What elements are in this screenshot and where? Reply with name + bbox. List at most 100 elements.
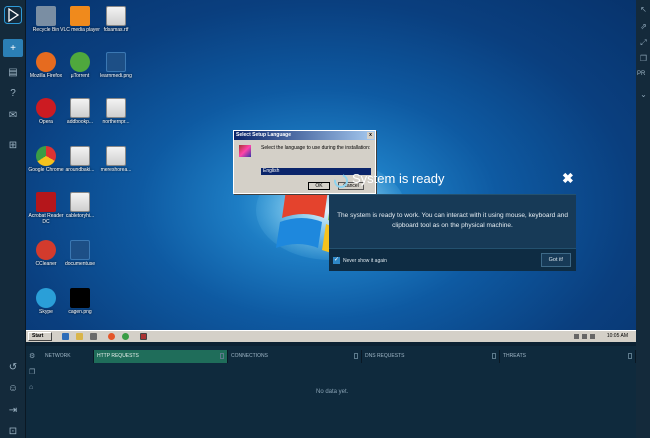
never-show-checkbox[interactable]: ✓	[333, 257, 340, 264]
start-button[interactable]: Start	[28, 332, 52, 341]
tab-label: DNS REQUESTS	[365, 353, 405, 359]
system-ready-title: System is ready	[352, 171, 445, 186]
desktop-icon-file[interactable]: addbookp...	[60, 98, 100, 125]
desktop-icon-label: aroundbaki...	[65, 167, 95, 173]
sidebar-windows-button[interactable]: ⊞	[3, 136, 23, 154]
tab-label: THREATS	[503, 353, 526, 359]
desktop-icon-file[interactable]: documentuse	[60, 240, 100, 267]
sidebar-logout-button[interactable]: ⇥	[3, 401, 23, 419]
desktop-icon-file[interactable]: learnmedi.png	[96, 52, 136, 79]
cart-icon: ⊡	[8, 425, 18, 437]
word-document-icon	[70, 146, 90, 166]
copy-icon[interactable]: ❐	[639, 54, 648, 63]
taskbar-firefox-icon[interactable]	[108, 333, 115, 340]
home-icon[interactable]: ⌂	[29, 384, 38, 393]
word-document-icon	[106, 98, 126, 118]
tab-http-requests[interactable]: HTTP REQUESTS	[94, 350, 228, 363]
desktop-icon-label: cabletoryhi...	[65, 213, 95, 219]
utorrent-icon	[70, 52, 90, 72]
vlc-icon	[70, 6, 90, 26]
panel-tabs: NETWORK HTTP REQUESTS CONNECTIONS DNS RE…	[26, 350, 636, 363]
desktop-icon-label: µTorrent	[70, 73, 90, 79]
right-bar-label: PR	[637, 71, 646, 77]
taskbar-setup-icon[interactable]	[140, 333, 147, 340]
taskbar-media-icon[interactable]	[90, 333, 97, 340]
opera-icon	[36, 98, 56, 118]
mail-icon: ✉	[8, 109, 18, 121]
desktop-icon-vlc[interactable]: VLC media player	[60, 6, 100, 33]
desktop-icon-label: fdsamas.rtf	[103, 27, 129, 33]
desktop-icon-file[interactable]: fdsamas.rtf	[96, 6, 136, 33]
sidebar-reports-button[interactable]: ▤	[3, 63, 23, 81]
tab-network[interactable]: NETWORK	[42, 350, 94, 363]
external-link-icon[interactable]: ⇗	[639, 22, 648, 31]
desktop-icon-utorrent[interactable]: µTorrent	[60, 52, 100, 79]
taskbar-folder-icon[interactable]	[76, 333, 83, 340]
tray-icon[interactable]	[590, 334, 595, 339]
desktop-icon-label: cagen.png	[68, 309, 92, 315]
sidebar-cart-button[interactable]: ⊡	[3, 422, 23, 438]
firefox-icon	[36, 52, 56, 72]
dialog-title-bar[interactable]: Select Setup Language x	[234, 131, 375, 140]
tab-label: HTTP REQUESTS	[97, 353, 139, 359]
windows-icon: ⊞	[8, 139, 18, 151]
acrobat-icon	[36, 192, 56, 212]
tab-expand-icon	[492, 353, 496, 359]
logout-icon: ⇥	[8, 404, 18, 416]
tab-expand-icon	[220, 353, 224, 359]
chevron-down-icon[interactable]: ⌄	[639, 90, 648, 99]
system-ready-body: The system is ready to work. You can int…	[329, 194, 576, 248]
tab-dns-requests[interactable]: DNS REQUESTS	[362, 350, 500, 363]
desktop-icon-label: northernpr...	[102, 119, 130, 125]
fullscreen-icon[interactable]: ⤢	[639, 38, 648, 47]
image-file-icon	[70, 288, 90, 308]
sidebar-history-button[interactable]: ↺	[3, 358, 23, 376]
word-document-icon	[70, 98, 90, 118]
left-sidebar: + ▤ ? ✉ ⊞ ↺ ☺ ⇥ ⊡	[0, 0, 26, 438]
desktop-icon-file[interactable]: cabletoryhi...	[60, 192, 100, 219]
activity-panel: ⚙ ❐ ⌂ NETWORK HTTP REQUESTS CONNECTIONS …	[26, 346, 636, 438]
desktop-icon-file[interactable]: mereshorea...	[96, 146, 136, 173]
taskbar-ie-icon[interactable]	[62, 333, 69, 340]
tray-icon[interactable]	[582, 334, 587, 339]
desktop-icon-file[interactable]: aroundbaki...	[60, 146, 100, 173]
word-document-icon	[70, 192, 90, 212]
sidebar-new-task-button[interactable]: +	[3, 39, 23, 57]
document-icon: ▤	[8, 66, 18, 78]
tab-label: NETWORK	[45, 353, 71, 359]
desktop-icon-label: documentuse	[64, 261, 96, 267]
sidebar-mail-button[interactable]: ✉	[3, 106, 23, 124]
tab-expand-icon	[354, 353, 358, 359]
plus-icon: +	[10, 42, 16, 54]
sidebar-help-button[interactable]: ?	[3, 84, 23, 102]
system-ready-footer: ✓ Never show it again Got it!	[329, 248, 576, 271]
desktop-icon-file[interactable]: northernpr...	[96, 98, 136, 125]
got-it-button[interactable]: Got it!	[541, 253, 571, 267]
ok-button[interactable]: OK	[308, 182, 330, 190]
start-label: Start	[32, 333, 44, 339]
history-icon: ↺	[8, 361, 18, 373]
system-ready-message: The system is ready to work. You can int…	[337, 212, 568, 229]
tab-threats[interactable]: THREATS	[500, 350, 636, 363]
setup-icon	[239, 145, 251, 157]
desktop-icon-image[interactable]: cagen.png	[60, 288, 100, 315]
never-show-label: Never show it again	[343, 258, 387, 264]
tab-label: CONNECTIONS	[231, 353, 268, 359]
copy-icon[interactable]: ❐	[29, 368, 38, 377]
tab-connections[interactable]: CONNECTIONS	[228, 350, 362, 363]
empty-state-text: No data yet.	[316, 389, 349, 395]
cursor-icon[interactable]: ↖	[639, 5, 648, 14]
dialog-close-button[interactable]: x	[367, 132, 374, 139]
tray-icon[interactable]	[574, 334, 579, 339]
desktop-icon-label: addbookp...	[66, 119, 94, 125]
app-logo-icon[interactable]	[4, 6, 22, 24]
dialog-title: Select Setup Language	[236, 132, 292, 138]
desktop-icon-label: VLC media player	[60, 27, 100, 33]
close-icon[interactable]: ✖	[562, 170, 574, 187]
recycle-bin-icon	[36, 6, 56, 26]
taskbar-chrome-icon[interactable]	[122, 333, 129, 340]
tab-expand-icon	[628, 353, 632, 359]
taskbar-clock: 10:05 AM	[606, 333, 628, 339]
system-ready-header: System is ready ✖	[330, 170, 576, 194]
sidebar-profile-button[interactable]: ☺	[3, 379, 23, 397]
